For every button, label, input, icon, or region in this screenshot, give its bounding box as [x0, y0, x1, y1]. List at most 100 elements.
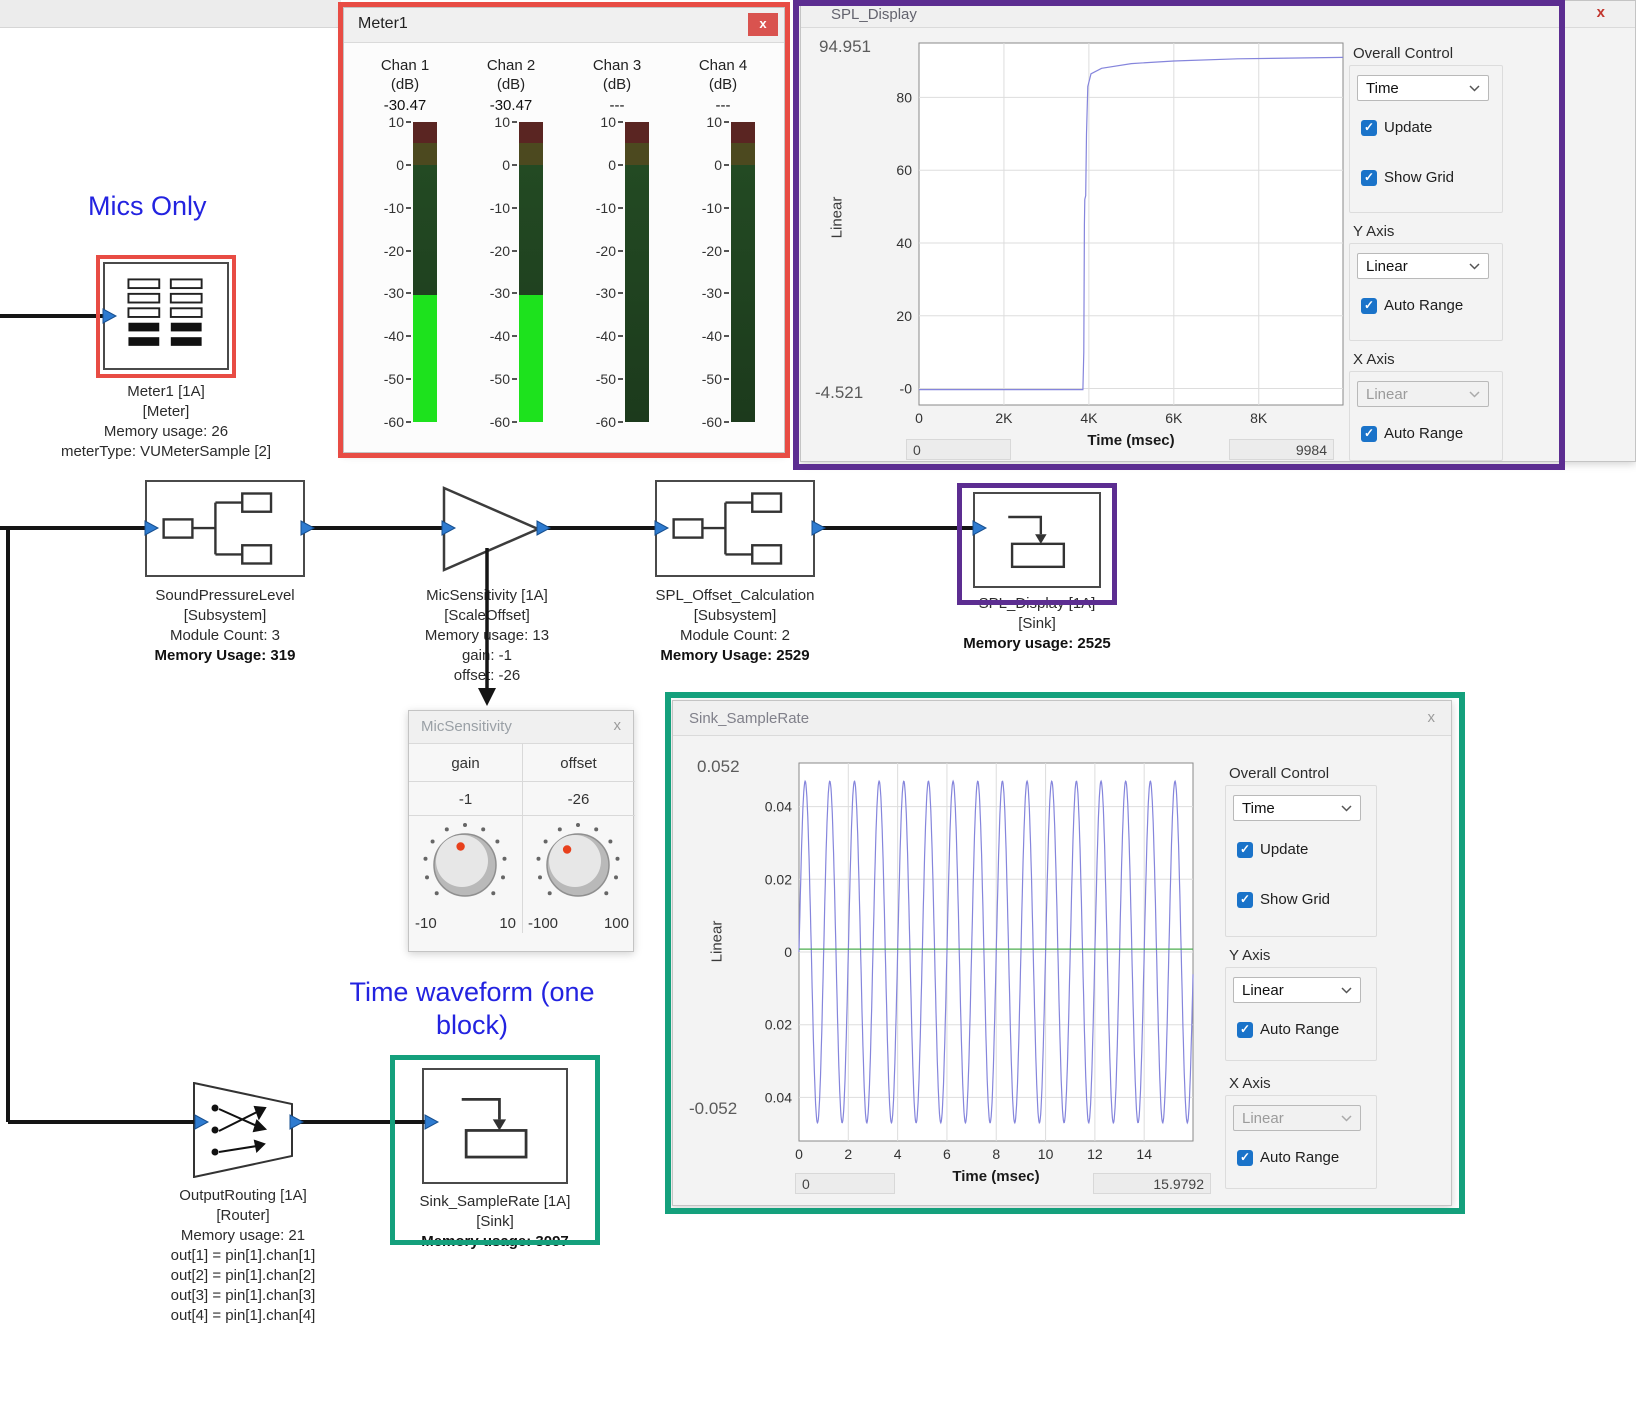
channel-value: ---	[670, 97, 776, 114]
caption-line: out[1] = pin[1].chan[1]	[123, 1246, 363, 1266]
range-max: 10	[499, 915, 516, 932]
caption-line: Meter1 [1A]	[36, 382, 296, 402]
caption-line: SPL_Display [1A]	[917, 594, 1157, 614]
chevron-down-icon	[1469, 391, 1480, 398]
svg-text:80: 80	[896, 89, 912, 105]
svg-text:0.04: 0.04	[765, 799, 792, 815]
param-label-gain: gain	[409, 755, 522, 772]
caption-spl-display: SPL_Display [1A] [Sink] Memory usage: 25…	[917, 594, 1157, 654]
channel-value: -30.47	[352, 97, 458, 114]
scaleoffset-triangle-icon	[444, 488, 538, 570]
meter1-window: Meter1 x Chan 1 (dB) -30.47 100-10-20-30…	[343, 7, 785, 453]
caption-line: [Sink]	[917, 614, 1157, 634]
block-soundpressurelevel[interactable]	[145, 480, 305, 577]
caption-line: Memory Usage: 319	[105, 646, 345, 666]
caption-line: Sink_SampleRate [1A]	[375, 1192, 615, 1212]
svg-text:2: 2	[844, 1146, 852, 1162]
chevron-down-icon	[1341, 987, 1352, 994]
chevron-down-icon	[1469, 85, 1480, 92]
meter-scale: 100-10-20-30-40-50-60	[585, 122, 625, 422]
window-title: SPL_Display	[831, 6, 917, 23]
channel-name: Chan 1	[352, 56, 458, 75]
caption-line: Memory usage: 13	[367, 626, 607, 646]
meter-level	[413, 295, 437, 422]
chevron-down-icon	[1341, 1115, 1352, 1122]
window-title: Meter1	[358, 15, 408, 33]
caption-line: Module Count: 2	[615, 626, 855, 646]
meter-bar	[625, 122, 649, 422]
header-divider	[409, 781, 635, 782]
channel-unit: (dB)	[564, 75, 670, 94]
meter-channel-1: Chan 1 (dB) -30.47 100-10-20-30-40-50-60	[352, 56, 458, 422]
y-range-min: -4.521	[815, 383, 863, 403]
close-icon[interactable]: x	[614, 717, 622, 734]
note-mics-only: Mics Only	[88, 190, 207, 223]
micsensitivity-titlebar[interactable]: MicSensitivity x	[409, 711, 633, 744]
arrowhead-icon	[478, 688, 496, 706]
caption-line: [ScaleOffset]	[367, 606, 607, 626]
caption-line: [Subsystem]	[615, 606, 855, 626]
caption-line: out[3] = pin[1].chan[3]	[123, 1286, 363, 1306]
sink-samplerate-titlebar[interactable]: Sink_SampleRate x	[673, 701, 1451, 736]
close-icon[interactable]: x	[1428, 709, 1436, 726]
gain-knob[interactable]	[419, 819, 511, 911]
caption-line: [Meter]	[36, 402, 296, 422]
meter-channel-2: Chan 2 (dB) -30.47 100-10-20-30-40-50-60	[458, 56, 564, 422]
caption-line: out[2] = pin[1].chan[2]	[123, 1266, 363, 1286]
meter-bar	[731, 122, 755, 422]
channel-unit: (dB)	[458, 75, 564, 94]
window-title: Sink_SampleRate	[689, 710, 809, 727]
sink-samplerate-window: Sink_SampleRate x 0.052 -0.052 Linear 02…	[672, 700, 1452, 1206]
meter-scale: 100-10-20-30-40-50-60	[373, 122, 413, 422]
caption-line: SPL_Offset_Calculation	[615, 586, 855, 606]
svg-text:6K: 6K	[1165, 410, 1183, 426]
block-micsensitivity[interactable]	[442, 486, 540, 572]
spl-scope-plot[interactable]: 02K4K6K8K80604020-0Time (msec)	[861, 37, 1421, 449]
offset-range: -100 100	[528, 915, 629, 932]
svg-text:8: 8	[992, 1146, 1000, 1162]
channel-name: Chan 2	[458, 56, 564, 75]
window-title: MicSensitivity	[421, 718, 512, 735]
param-value-offset: -26	[522, 791, 635, 808]
caption-soundpressurelevel: SoundPressureLevel [Subsystem] Module Co…	[105, 586, 345, 666]
block-spl-offset-calculation[interactable]	[655, 480, 815, 577]
block-spl-display[interactable]	[973, 492, 1101, 588]
svg-text:0.04: 0.04	[765, 1089, 792, 1105]
svg-text:10: 10	[1038, 1146, 1054, 1162]
svg-text:-0: -0	[900, 381, 913, 397]
block-sink-samplerate[interactable]	[422, 1068, 568, 1184]
caption-meter1: Meter1 [1A] [Meter] Memory usage: 26 met…	[36, 382, 296, 462]
caption-line: OutputRouting [1A]	[123, 1186, 363, 1206]
spl-display-titlebar[interactable]: SPL_Display x	[801, 1, 1635, 28]
note-line: block)	[312, 1009, 632, 1042]
note-line: Time waveform (one	[312, 976, 632, 1009]
y-range-max: 0.052	[697, 757, 740, 777]
block-meter1[interactable]	[103, 262, 229, 370]
channel-value: ---	[564, 97, 670, 114]
range-max: 100	[604, 915, 629, 932]
audio-designer-canvas: Meter1 [1A] [Meter] Memory usage: 26 met…	[0, 0, 1636, 1405]
close-icon[interactable]: x	[1597, 4, 1605, 21]
svg-text:0.02: 0.02	[765, 1017, 792, 1033]
caption-line: [Sink]	[375, 1212, 615, 1232]
svg-text:0: 0	[784, 944, 792, 960]
y-axis-title: Linear	[829, 178, 846, 258]
subsystem-icon	[657, 482, 813, 575]
meter-scale: 100-10-20-30-40-50-60	[691, 122, 731, 422]
close-button[interactable]: x	[748, 13, 778, 36]
vu-meter-icon	[105, 264, 227, 368]
caption-line: out[4] = pin[1].chan[4]	[123, 1306, 363, 1326]
note-time-waveform: Time waveform (one block)	[312, 976, 632, 1042]
router-icon	[194, 1083, 292, 1177]
sink-scope-plot[interactable]: 024681012140.040.0200.020.04Time (msec)	[739, 757, 1279, 1197]
meter-channels: Chan 1 (dB) -30.47 100-10-20-30-40-50-60…	[352, 56, 776, 422]
caption-line: SoundPressureLevel	[105, 586, 345, 606]
block-outputrouting[interactable]	[193, 1082, 293, 1178]
param-value-gain: -1	[409, 791, 522, 808]
meter1-window-titlebar[interactable]: Meter1 x	[344, 8, 784, 43]
offset-knob[interactable]	[532, 819, 624, 911]
caption-line: Memory usage: 21	[123, 1226, 363, 1246]
channel-unit: (dB)	[352, 75, 458, 94]
param-label-offset: offset	[522, 755, 635, 772]
meter-channel-4: Chan 4 (dB) --- 100-10-20-30-40-50-60	[670, 56, 776, 422]
